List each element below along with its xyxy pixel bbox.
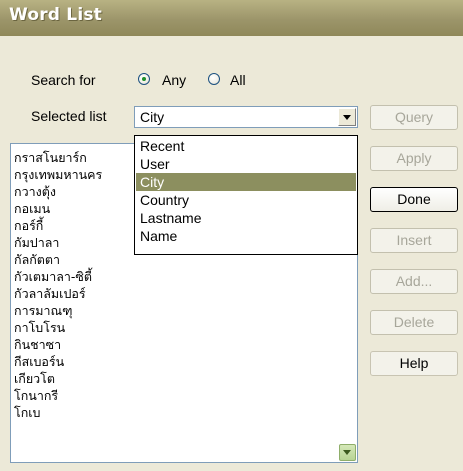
radio-any-label[interactable]: Any <box>162 72 186 88</box>
list-item[interactable]: โกเบ <box>14 403 41 423</box>
dropdown-item-country[interactable]: Country <box>136 191 356 209</box>
search-for-label: Search for <box>31 72 96 88</box>
list-dropdown: Recent User City Country Lastname Name <box>134 135 358 255</box>
title-bar: Word List <box>0 0 463 36</box>
combobox-value: City <box>140 109 165 125</box>
selected-list-combobox[interactable]: City <box>134 106 358 128</box>
window-title: Word List <box>9 5 103 25</box>
dropdown-item-lastname[interactable]: Lastname <box>136 209 356 227</box>
help-button[interactable]: Help <box>370 351 458 376</box>
dropdown-item-name[interactable]: Name <box>136 227 356 245</box>
radio-all[interactable] <box>208 73 220 85</box>
radio-all-label[interactable]: All <box>230 72 246 88</box>
delete-button[interactable]: Delete <box>370 310 458 335</box>
query-button[interactable]: Query <box>370 105 458 130</box>
scroll-down-arrow-icon <box>343 450 351 455</box>
scroll-down-button[interactable] <box>339 444 356 461</box>
add-button[interactable]: Add... <box>370 269 458 294</box>
dropdown-item-city[interactable]: City <box>136 173 356 191</box>
dropdown-item-recent[interactable]: Recent <box>136 137 356 155</box>
chevron-down-icon <box>343 115 351 120</box>
radio-selected-dot <box>142 77 146 81</box>
dropdown-item-user[interactable]: User <box>136 155 356 173</box>
dropdown-arrow-button[interactable] <box>338 108 356 126</box>
done-button[interactable]: Done <box>370 187 458 212</box>
selected-list-label: Selected list <box>31 108 107 124</box>
insert-button[interactable]: Insert <box>370 228 458 253</box>
radio-any[interactable] <box>138 73 150 85</box>
apply-button[interactable]: Apply <box>370 146 458 171</box>
